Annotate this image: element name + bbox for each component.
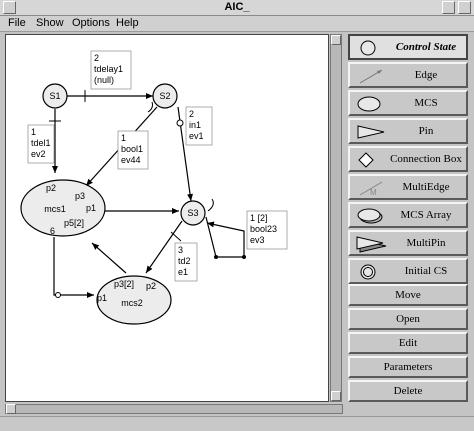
control-state-icon bbox=[360, 40, 376, 56]
pin-p1[interactable]: p1 bbox=[86, 203, 96, 213]
state-s3-label: S3 bbox=[187, 208, 198, 218]
edge-label-line: 2 bbox=[189, 109, 194, 119]
edge-label-line: ev1 bbox=[189, 131, 204, 141]
edge-s3-self-hook bbox=[207, 198, 214, 212]
edge-label-line: in1 bbox=[189, 120, 201, 130]
mcs1-label: mcs1 bbox=[44, 204, 66, 214]
edge-s2-mcs1-hook bbox=[147, 101, 153, 113]
pin-p2[interactable]: p2 bbox=[46, 183, 56, 193]
pin-icon bbox=[357, 125, 385, 139]
menu-bar: File Show Options Help bbox=[0, 16, 474, 32]
menu-show[interactable]: Show bbox=[36, 17, 64, 29]
state-s2-label: S2 bbox=[159, 91, 170, 101]
parameters-button[interactable]: Parameters bbox=[348, 356, 468, 378]
mcs-array-icon bbox=[357, 208, 383, 224]
menu-file[interactable]: File bbox=[8, 17, 26, 29]
scroll-up-arrow-icon[interactable] bbox=[331, 35, 341, 45]
pin-p5[interactable]: p5[2] bbox=[64, 218, 84, 228]
svg-text:M: M bbox=[370, 188, 377, 197]
edge-label-line: tdelay1 bbox=[94, 64, 123, 74]
tool-edge[interactable]: Edge bbox=[348, 62, 468, 88]
status-strip bbox=[0, 416, 474, 431]
tool-label: MultiPin bbox=[406, 237, 446, 249]
tool-label: Pin bbox=[418, 125, 434, 137]
tool-label: Connection Box bbox=[390, 153, 462, 165]
menu-help[interactable]: Help bbox=[116, 17, 139, 29]
horizontal-scrollbar[interactable] bbox=[5, 404, 343, 414]
edge-mcs1-mcs2[interactable] bbox=[53, 237, 94, 298]
menu-options[interactable]: Options bbox=[72, 17, 110, 29]
diagram-svg: S1 S2 S3 mcs1 p2 p3 p1 p5[2] 6 mcs2 p3[2… bbox=[20, 50, 288, 325]
move-button[interactable]: Move bbox=[348, 284, 468, 306]
multipin-icon bbox=[356, 236, 387, 253]
delete-button[interactable]: Delete bbox=[348, 380, 468, 402]
tool-initial-cs[interactable]: Initial CS bbox=[348, 258, 468, 284]
tool-multipin[interactable]: MultiPin bbox=[348, 230, 468, 256]
edge-s3-self[interactable] bbox=[205, 216, 245, 258]
edge-icon bbox=[359, 69, 383, 84]
edge-label-line: 1 bbox=[121, 133, 126, 143]
edge-label-line: e1 bbox=[178, 267, 188, 277]
edge-label-line: tdel1 bbox=[31, 138, 51, 148]
edge-label-line: ev44 bbox=[121, 155, 141, 165]
maximize-button[interactable] bbox=[458, 1, 471, 14]
tool-label: Edge bbox=[414, 69, 438, 81]
pin-6[interactable]: 6 bbox=[50, 226, 55, 236]
tool-pin[interactable]: Pin bbox=[348, 118, 468, 144]
edge-label-line: (null) bbox=[94, 75, 114, 85]
open-button[interactable]: Open bbox=[348, 308, 468, 330]
tool-mcs[interactable]: MCS bbox=[348, 90, 468, 116]
mcs2-label: mcs2 bbox=[121, 298, 143, 308]
edge-s3-mcs2-tick bbox=[170, 231, 182, 242]
tool-control-state[interactable]: Control State bbox=[348, 34, 468, 60]
tool-label: MCS Array bbox=[400, 209, 452, 221]
initial-cs-icon bbox=[360, 264, 376, 280]
pin-p3[interactable]: p3 bbox=[75, 191, 85, 201]
title-bar: AIC_ bbox=[0, 0, 474, 16]
pin-p2[interactable]: p2 bbox=[146, 281, 156, 291]
connection-box-icon bbox=[358, 152, 374, 168]
tool-label: Initial CS bbox=[404, 265, 448, 277]
edge-label-line: bool1 bbox=[121, 144, 143, 154]
connection-point bbox=[242, 255, 246, 259]
edge-label-line: ev2 bbox=[31, 149, 46, 159]
window-title: AIC_ bbox=[224, 1, 250, 13]
minimize-button[interactable] bbox=[442, 1, 455, 14]
edge-s2-s3-dot bbox=[176, 119, 184, 127]
edit-button[interactable]: Edit bbox=[348, 332, 468, 354]
multiedge-icon: M bbox=[359, 181, 383, 197]
scroll-left-arrow-icon[interactable] bbox=[6, 404, 16, 414]
connection-point bbox=[214, 255, 218, 259]
edge-label-line: bool23 bbox=[250, 224, 277, 234]
tool-connection-box[interactable]: Connection Box bbox=[348, 146, 468, 172]
state-s1-label: S1 bbox=[49, 91, 60, 101]
tool-label: MultiEdge bbox=[402, 181, 450, 193]
connection-box[interactable] bbox=[55, 292, 61, 298]
tool-label: Control State bbox=[395, 41, 457, 53]
edge-label-line: td2 bbox=[178, 256, 191, 266]
mcs-icon bbox=[357, 96, 381, 112]
edge-label-line: 1 [2] bbox=[250, 213, 268, 223]
diagram-canvas[interactable]: S1 S2 S3 mcs1 p2 p3 p1 p5[2] 6 mcs2 p3[2… bbox=[5, 34, 329, 402]
pin-p3-2[interactable]: p3[2] bbox=[114, 279, 134, 289]
pin-p1[interactable]: p1 bbox=[97, 293, 107, 303]
vertical-scrollbar[interactable] bbox=[330, 34, 342, 402]
edge-label-line: 2 bbox=[94, 53, 99, 63]
edge-label-line: ev3 bbox=[250, 235, 265, 245]
edge-mcs2-mcs1[interactable] bbox=[91, 242, 127, 274]
tool-label: MCS bbox=[414, 97, 438, 109]
tool-mcs-array[interactable]: MCS Array bbox=[348, 202, 468, 228]
tool-multiedge[interactable]: M MultiEdge bbox=[348, 174, 468, 200]
edge-label-line: 3 bbox=[178, 245, 183, 255]
edge-label-line: 1 bbox=[31, 127, 36, 137]
scroll-down-arrow-icon[interactable] bbox=[331, 391, 341, 401]
